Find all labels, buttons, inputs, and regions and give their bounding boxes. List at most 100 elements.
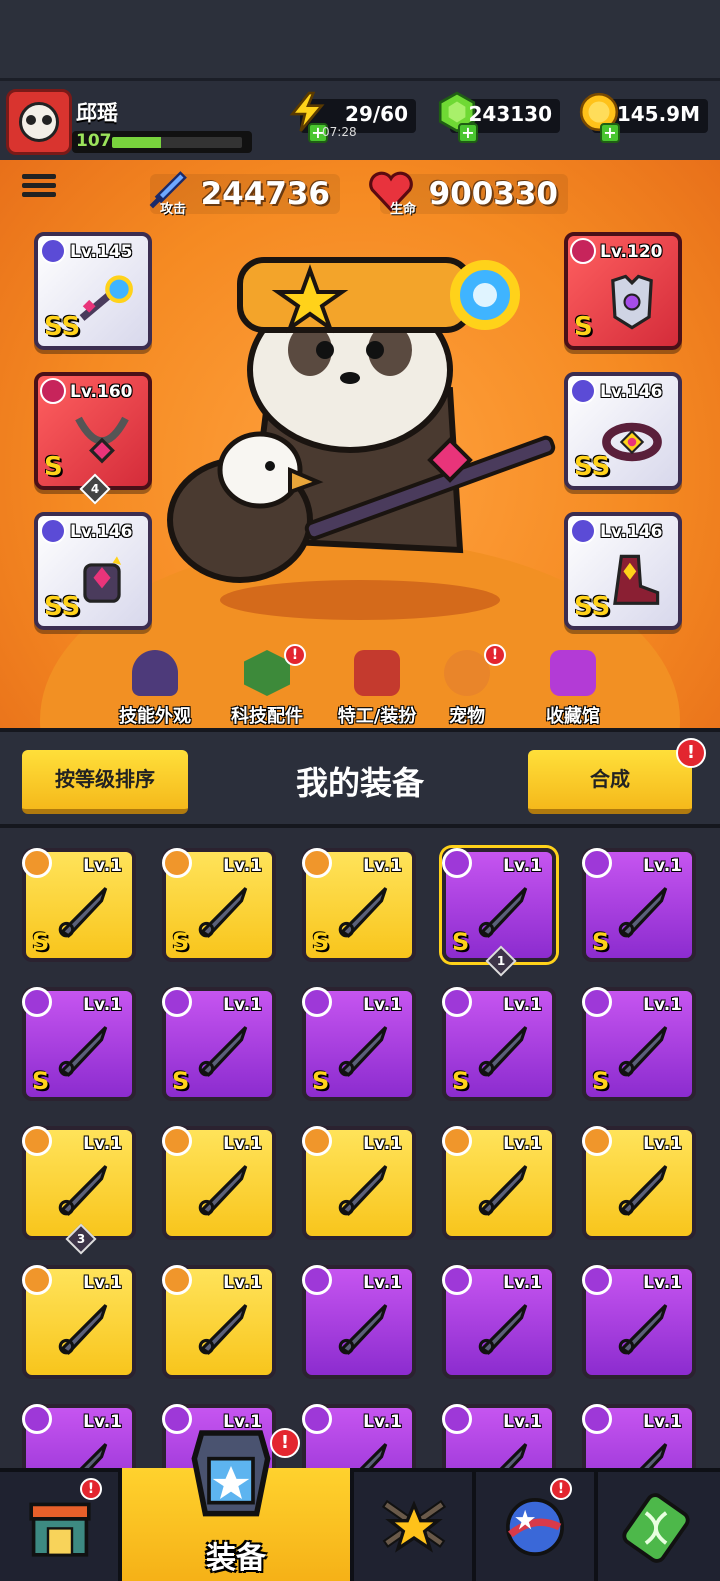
- item-level: Lv.1: [363, 1134, 402, 1154]
- inventory-item[interactable]: Lv.1: [302, 1126, 416, 1240]
- item-rank: S: [172, 1067, 190, 1095]
- inventory-item[interactable]: Lv.1: [442, 1265, 556, 1379]
- planet-icon: [506, 1498, 564, 1556]
- item-type-icon: [22, 987, 52, 1017]
- item-type-icon: [22, 1126, 52, 1156]
- hero-panel: 攻击 244736 生命 900330 Lv.145 SS Lv.160 S 4…: [0, 160, 720, 728]
- inventory-item[interactable]: Lv.1 S: [582, 848, 696, 962]
- item-type-icon: [442, 848, 472, 878]
- inventory-grid: Lv.1 S Lv.1 S Lv.1 S Lv.1 S 1 Lv.1 S Lv.1 S Lv.1 S Lv.1…: [0, 828, 720, 1468]
- item-type-icon: [582, 1265, 612, 1295]
- item-type-icon: [442, 1404, 472, 1434]
- item-type-icon: [162, 1126, 192, 1156]
- item-level: Lv.1: [643, 1134, 682, 1154]
- item-level: Lv.1: [643, 1273, 682, 1293]
- top-hat-icon: [132, 650, 178, 696]
- item-level: Lv.1: [83, 856, 122, 876]
- nav-equipment[interactable]: ! 装备: [122, 1428, 350, 1581]
- inventory-item[interactable]: Lv.1 S: [22, 987, 136, 1101]
- subnav-label: 收藏馆: [546, 706, 600, 727]
- chain-necklace-icon: [198, 887, 248, 938]
- nav-equipment-label: 装备: [206, 1541, 266, 1576]
- nav-shop[interactable]: !: [0, 1478, 118, 1580]
- item-type-icon: [582, 1404, 612, 1434]
- item-type-icon: [582, 987, 612, 1017]
- item-level: Lv.1: [503, 856, 542, 876]
- equipped-gloves-slot[interactable]: Lv.146 SS: [34, 512, 152, 630]
- inventory-item[interactable]: Lv.1 S: [162, 987, 276, 1101]
- pets-alert-badge: !: [484, 644, 506, 666]
- player-avatar[interactable]: [6, 89, 72, 155]
- tech-parts-alert-badge: !: [284, 644, 306, 666]
- equipped-necklace-slot[interactable]: Lv.160 S 4: [34, 372, 152, 505]
- nav-battle[interactable]: [354, 1480, 472, 1580]
- inventory-item[interactable]: Lv.1 S: [442, 987, 556, 1101]
- inventory-item[interactable]: Lv.1: [22, 1265, 136, 1379]
- subnav-pets[interactable]: ! 宠物: [412, 644, 522, 728]
- equipped-boots-slot[interactable]: Lv.146 SS: [564, 512, 682, 630]
- subnav-tech-parts[interactable]: ! 科技配件: [212, 644, 322, 728]
- equipped-armor-slot[interactable]: Lv.120 S: [564, 232, 682, 350]
- item-level: Lv.1: [643, 995, 682, 1015]
- knife-icon: [58, 887, 108, 938]
- item-level: Lv.1: [363, 995, 402, 1015]
- add-gems-button[interactable]: +: [458, 123, 478, 143]
- inventory-item[interactable]: Lv.1 S: [302, 987, 416, 1101]
- inventory-item[interactable]: Lv.1: [302, 1404, 416, 1468]
- revolver-icon: [478, 1165, 528, 1216]
- merge-button[interactable]: 合成: [528, 750, 692, 814]
- gems-counter: + 243130: [438, 91, 560, 143]
- inventory-item[interactable]: Lv.1 3: [22, 1126, 136, 1255]
- subnav-skill-skins[interactable]: 技能外观: [100, 650, 210, 728]
- boot-icon: [478, 887, 528, 938]
- status-bar: [0, 0, 720, 78]
- inventory-header: 按等级排序 我的装备 合成 !: [0, 728, 720, 828]
- bat-icon: [618, 1165, 668, 1216]
- item-type-icon: [442, 1126, 472, 1156]
- kunai-icon: [639, 1443, 668, 1468]
- panda-avatar-icon: [19, 102, 59, 142]
- inventory-item[interactable]: Lv.1: [162, 1265, 276, 1379]
- weapon-type-icon: [40, 238, 66, 264]
- kunai-icon: [478, 1304, 528, 1355]
- inventory-item[interactable]: Lv.1 S: [302, 848, 416, 962]
- inventory-item[interactable]: Lv.1: [582, 1126, 696, 1240]
- inventory-item[interactable]: Lv.1: [22, 1404, 136, 1468]
- necklace-type-icon: [40, 378, 66, 404]
- item-rank: S: [32, 1067, 50, 1095]
- xp-fill: [112, 137, 162, 148]
- item-level: Lv.1: [83, 1134, 122, 1154]
- inventory-item[interactable]: Lv.1: [582, 1265, 696, 1379]
- inventory-item[interactable]: Lv.1: [162, 1126, 276, 1240]
- hexagon-chip-icon: [244, 650, 290, 696]
- slot-rank: SS: [574, 452, 611, 482]
- slot-level: Lv.146: [600, 382, 663, 402]
- xp-bar: [112, 137, 242, 148]
- menu-icon[interactable]: [22, 174, 56, 204]
- item-level: Lv.1: [363, 856, 402, 876]
- item-type-icon: [442, 987, 472, 1017]
- nav-planet[interactable]: !: [476, 1478, 594, 1580]
- attack-stat: 攻击 244736: [149, 171, 340, 217]
- item-type-icon: [22, 848, 52, 878]
- nav-dna[interactable]: [598, 1480, 716, 1580]
- equipped-belt-slot[interactable]: Lv.146 SS: [564, 372, 682, 490]
- inventory-item[interactable]: Lv.1 S: [162, 848, 276, 962]
- inventory-item[interactable]: Lv.1: [302, 1265, 416, 1379]
- gauntlet-icon: [338, 887, 388, 938]
- inventory-item[interactable]: Lv.1 S: [22, 848, 136, 962]
- item-level: Lv.1: [503, 1134, 542, 1154]
- belt-type-icon: [570, 378, 596, 404]
- sort-by-level-button[interactable]: 按等级排序: [22, 750, 188, 814]
- slot-rank: SS: [44, 592, 81, 622]
- item-level: Lv.1: [363, 1273, 402, 1293]
- inventory-item[interactable]: Lv.1 S 1: [442, 848, 556, 977]
- inventory-item[interactable]: Lv.1: [442, 1126, 556, 1240]
- inventory-item[interactable]: Lv.1: [582, 1404, 696, 1468]
- inventory-item[interactable]: Lv.1: [442, 1404, 556, 1468]
- inventory-item[interactable]: Lv.1 S: [582, 987, 696, 1101]
- equipped-weapon-slot[interactable]: Lv.145 SS: [34, 232, 152, 350]
- item-type-icon: [162, 987, 192, 1017]
- add-coins-button[interactable]: +: [600, 123, 620, 143]
- subnav-collection[interactable]: 收藏馆: [518, 650, 628, 728]
